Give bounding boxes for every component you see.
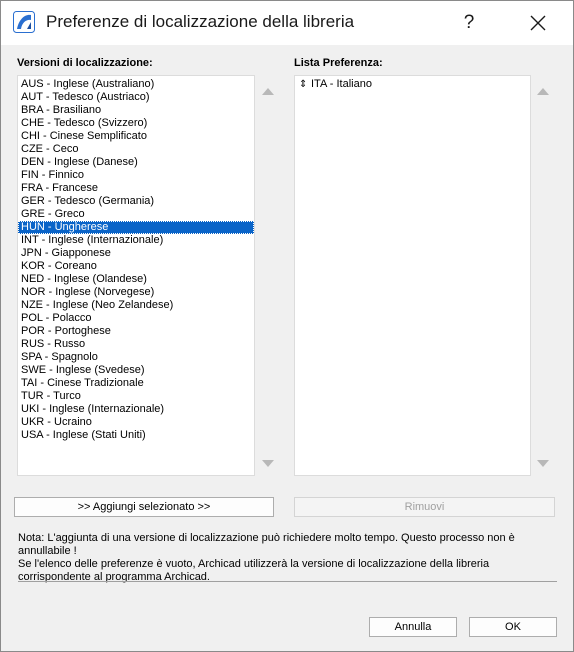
list-item[interactable]: BRA - Brasiliano (18, 104, 254, 117)
list-item[interactable]: NOR - Inglese (Norvegese) (18, 286, 254, 299)
list-item[interactable]: CHE - Tedesco (Svizzero) (18, 117, 254, 130)
list-item-label: ITA - Italiano (311, 78, 372, 90)
list-item[interactable]: INT - Inglese (Internazionale) (18, 234, 254, 247)
list-item[interactable]: UKR - Ucraino (18, 416, 254, 429)
note-line-1: Nota: L'aggiunta di una versione di loca… (18, 532, 515, 557)
up-down-arrows-icon[interactable]: ⇕ (299, 78, 309, 91)
list-item[interactable]: POR - Portoghese (18, 325, 254, 338)
list-item[interactable]: NED - Inglese (Olandese) (18, 273, 254, 286)
list-item[interactable]: JPN - Giapponese (18, 247, 254, 260)
add-selected-button[interactable]: >> Aggiungi selezionato >> (14, 497, 274, 517)
localization-preferences-dialog: Preferenze di localizzazione della libre… (0, 0, 574, 652)
divider (18, 581, 557, 582)
list-item[interactable]: SPA - Spagnolo (18, 351, 254, 364)
list-item[interactable]: TAI - Cinese Tradizionale (18, 377, 254, 390)
list-item[interactable]: NZE - Inglese (Neo Zelandese) (18, 299, 254, 312)
list-item[interactable]: SWE - Inglese (Svedese) (18, 364, 254, 377)
preference-list[interactable]: ⇕ ITA - Italiano (294, 75, 531, 476)
preference-list-label: Lista Preferenza: (294, 57, 383, 69)
archicad-logo-icon (13, 11, 35, 33)
ok-button[interactable]: OK (469, 617, 557, 637)
scroll-up-icon[interactable] (261, 85, 275, 97)
note-text: Nota: L'aggiunta di una versione di loca… (18, 532, 558, 584)
list-item[interactable]: USA - Inglese (Stati Uniti) (18, 429, 254, 442)
cancel-button[interactable]: Annulla (369, 617, 457, 637)
help-button[interactable]: ? (455, 9, 483, 37)
localization-versions-label: Versioni di localizzazione: (17, 57, 153, 69)
list-item[interactable]: FIN - Finnico (18, 169, 254, 182)
list-item[interactable]: CHI - Cinese Semplificato (18, 130, 254, 143)
list-item[interactable]: GRE - Greco (18, 208, 254, 221)
scroll-down-icon[interactable] (536, 457, 550, 469)
localization-versions-list[interactable]: AUS - Inglese (Australiano) AUT - Tedesco… (17, 75, 255, 476)
list-item[interactable]: UKI - Inglese (Internazionale) (18, 403, 254, 416)
list-item[interactable]: AUT - Tedesco (Austriaco) (18, 91, 254, 104)
title-bar: Preferenze di localizzazione della libre… (1, 1, 573, 45)
list-item[interactable]: ⇕ ITA - Italiano (295, 78, 530, 91)
list-item[interactable]: POL - Polacco (18, 312, 254, 325)
list-item[interactable]: KOR - Coreano (18, 260, 254, 273)
list-item[interactable]: DEN - Inglese (Danese) (18, 156, 254, 169)
list-item[interactable]: TUR - Turco (18, 390, 254, 403)
list-item[interactable]: GER - Tedesco (Germania) (18, 195, 254, 208)
list-item[interactable]: HUN - Ungherese (18, 221, 254, 234)
list-item[interactable]: AUS - Inglese (Australiano) (18, 78, 254, 91)
list-item[interactable]: FRA - Francese (18, 182, 254, 195)
scroll-up-icon[interactable] (536, 85, 550, 97)
close-icon[interactable] (523, 9, 553, 37)
window-title: Preferenze di localizzazione della libre… (46, 12, 355, 31)
scroll-down-icon[interactable] (261, 457, 275, 469)
list-item[interactable]: RUS - Russo (18, 338, 254, 351)
remove-button[interactable]: Rimuovi (294, 497, 555, 517)
list-item[interactable]: CZE - Ceco (18, 143, 254, 156)
